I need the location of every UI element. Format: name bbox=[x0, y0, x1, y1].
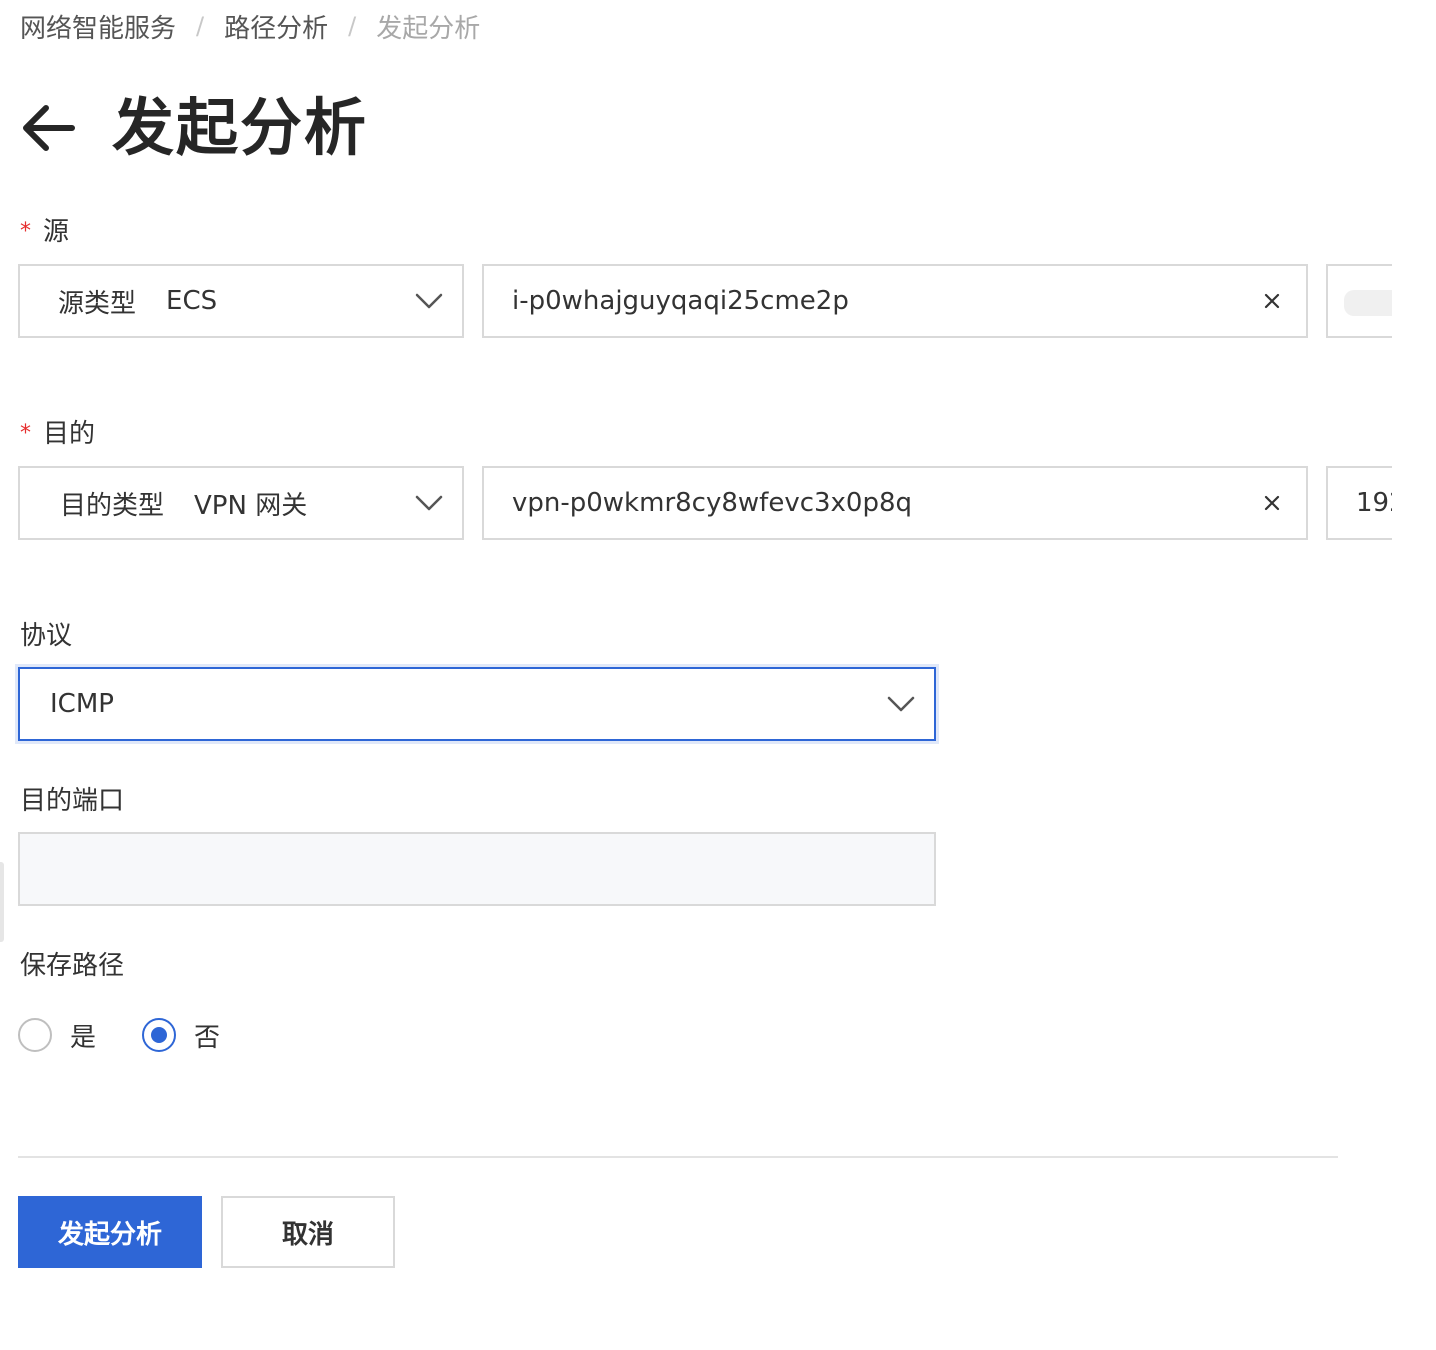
source-ip-placeholder bbox=[1344, 290, 1392, 316]
destination-ip-box[interactable]: 192 bbox=[1326, 466, 1392, 540]
required-mark: * bbox=[20, 421, 31, 446]
submit-analysis-button[interactable]: 发起分析 bbox=[18, 1196, 202, 1268]
breadcrumb-separator: / bbox=[348, 12, 357, 40]
protocol-select[interactable]: ICMP bbox=[18, 667, 936, 741]
radio-checked[interactable] bbox=[142, 1018, 177, 1052]
breadcrumb-item-current: 发起分析 bbox=[376, 13, 481, 44]
breadcrumb-separator: / bbox=[196, 12, 205, 40]
dest-port-input[interactable] bbox=[18, 832, 936, 906]
breadcrumb-item-network-intelligence[interactable]: 网络智能服务 bbox=[20, 8, 176, 45]
save-path-radio-group: 是 否 bbox=[18, 1016, 266, 1054]
destination-instance-value: vpn-p0wkmr8cy8wfevc3x0p8q bbox=[512, 488, 913, 518]
close-icon[interactable] bbox=[1264, 293, 1280, 309]
chevron-down-icon bbox=[415, 495, 443, 511]
breadcrumb: 网络智能服务 / 路径分析 / 发起分析 bbox=[20, 8, 480, 44]
source-ip-box[interactable] bbox=[1326, 264, 1392, 338]
dest-port-label: 目的端口 bbox=[20, 786, 125, 816]
destination-type-label: 目的类型 bbox=[60, 490, 165, 521]
save-path-option-no[interactable]: 否 bbox=[142, 1017, 220, 1054]
chevron-down-icon bbox=[887, 696, 915, 712]
chevron-down-icon bbox=[415, 293, 443, 309]
destination-label: * 目的 bbox=[20, 419, 96, 449]
destination-ip-select[interactable]: 192 bbox=[1326, 466, 1392, 540]
source-type-select[interactable]: 源类型 ECS bbox=[18, 264, 464, 338]
destination-instance-select[interactable]: vpn-p0wkmr8cy8wfevc3x0p8q bbox=[482, 466, 1308, 540]
protocol-value: ICMP bbox=[50, 689, 114, 719]
source-instance-value: i-p0whajguyqaqi25cme2p bbox=[512, 286, 849, 316]
arrow-left-icon[interactable] bbox=[18, 98, 78, 158]
radio-unchecked[interactable] bbox=[18, 1018, 52, 1052]
page-title: 发起分析 bbox=[112, 91, 369, 164]
destination-type-value: VPN 网关 bbox=[194, 490, 308, 521]
source-type-label: 源类型 bbox=[58, 288, 137, 319]
divider bbox=[18, 1156, 1338, 1158]
save-path-label: 保存路径 bbox=[20, 951, 125, 981]
destination-type-select[interactable]: 目的类型 VPN 网关 bbox=[18, 466, 464, 540]
source-label: * 源 bbox=[20, 217, 70, 247]
side-handle[interactable] bbox=[0, 862, 4, 942]
breadcrumb-item-path-analysis[interactable]: 路径分析 bbox=[224, 8, 328, 45]
cancel-button[interactable]: 取消 bbox=[221, 1196, 395, 1268]
close-icon[interactable] bbox=[1264, 495, 1280, 511]
destination-ip-value: 192 bbox=[1356, 488, 1392, 518]
source-type-value: ECS bbox=[166, 286, 218, 316]
required-mark: * bbox=[20, 219, 31, 244]
source-ip-select[interactable] bbox=[1326, 264, 1392, 338]
protocol-label: 协议 bbox=[20, 621, 73, 651]
source-instance-select[interactable]: i-p0whajguyqaqi25cme2p bbox=[482, 264, 1308, 338]
save-path-option-yes[interactable]: 是 bbox=[18, 1017, 96, 1054]
